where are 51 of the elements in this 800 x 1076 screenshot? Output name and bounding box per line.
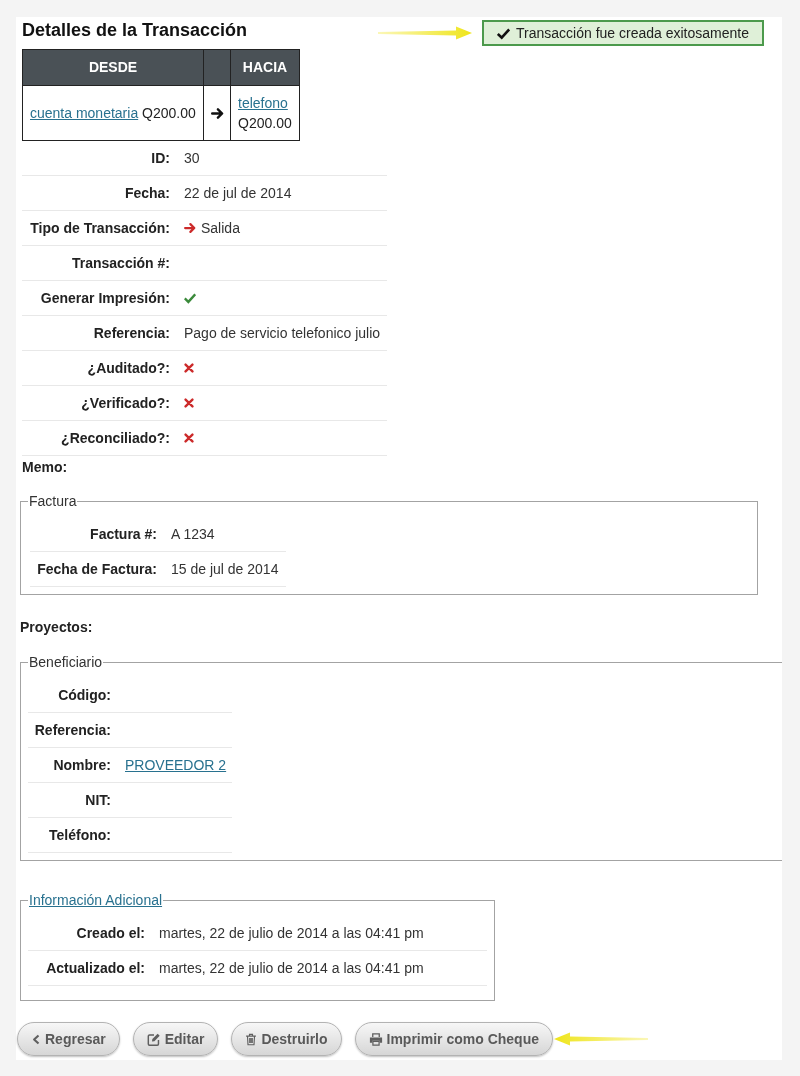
trash-icon [245,1032,258,1046]
field-label: Código: [57,686,112,705]
field-value: martes, 22 de julio de 2014 a las 04:41 pm [159,959,424,978]
field-value: A 1234 [171,525,215,544]
field-label: NIT: [84,791,112,810]
field-label: ¿Reconciliado?: [60,429,171,448]
check-icon [497,26,510,40]
account-link[interactable]: cuenta monetaria [30,105,139,121]
field-label: ID: [150,149,171,168]
fieldset-legend: Factura [29,493,77,509]
field-value: martes, 22 de julio de 2014 a las 04:41 pm [159,924,424,943]
field-label: Actualizado el: [45,959,146,978]
print-button[interactable]: Imprimir como Cheque [354,1022,553,1056]
chevron-left-icon [31,1032,41,1046]
field-value: 30 [184,149,200,168]
arrow-right-icon [210,106,224,120]
amount-text: Q200.00 [238,115,292,131]
field-label: Creado el: [75,924,146,943]
field-link[interactable]: PROVEEDOR 2 [125,755,227,775]
arrow-right-icon [184,222,196,234]
field-label: Referencia: [33,721,112,740]
delete-button[interactable]: Destruirlo [231,1022,342,1056]
field-value: Salida [201,219,240,238]
field-label: Factura #: [89,525,158,544]
field-value: 15 de jul de 2014 [171,560,279,579]
field-label: Nombre: [52,756,112,775]
fieldset-legend: Beneficiario [29,654,103,670]
edit-icon [146,1032,161,1046]
memo-label: Memo: [22,458,68,477]
printer-icon [368,1032,383,1046]
field-value: Pago de servicio telefonico julio [184,324,381,343]
section-link[interactable]: Información Adicional [29,892,163,908]
projects-label: Proyectos: [20,618,93,637]
field-label: Fecha de Factura: [36,560,158,579]
field-label: Generar Impresión: [39,289,171,308]
field-label: ¿Verificado?: [80,394,171,413]
field-label: Referencia: [92,324,171,343]
alert-text: Transacción fue creada exitosamente [516,24,749,43]
edit-button[interactable]: Editar [132,1022,219,1056]
field-label: Fecha: [123,184,171,203]
column-header: HACIA [230,49,300,86]
field-label: ¿Auditado?: [86,359,171,378]
field-label: Teléfono: [48,826,112,845]
column-header: DESDE [22,49,204,86]
back-button[interactable]: Regresar [17,1022,120,1056]
amount-text: Q200.00 [142,105,196,121]
page-title: Detalles de la Transacción [22,19,248,41]
field-value: 22 de jul de 2014 [184,184,292,203]
field-label: Transacción #: [70,254,171,273]
account-link[interactable]: telefono [238,95,288,111]
field-label: Tipo de Transacción: [29,219,171,238]
